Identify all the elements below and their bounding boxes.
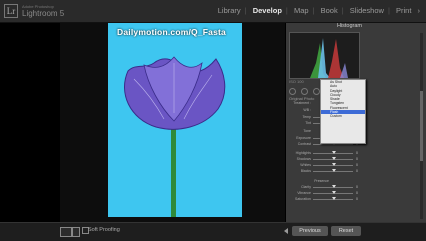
module-book[interactable]: Book xyxy=(321,6,338,15)
crop-tool-icon[interactable] xyxy=(289,87,296,95)
image-canvas[interactable]: Dailymotion.com/Q_Fasta xyxy=(60,23,285,222)
wb-option[interactable]: Custom xyxy=(321,114,365,118)
right-panel: Histogram ISO 100 -- f/-- Original Photo… xyxy=(286,23,426,232)
module-picker: Library | Develop | Map | Book | Slideshow | … xyxy=(217,6,420,15)
module-slideshow[interactable]: Slideshow xyxy=(350,6,384,15)
slider-vibrance[interactable]: Vibrance 0 xyxy=(289,191,369,196)
reset-button[interactable]: Reset xyxy=(331,226,361,236)
brand-title: Lightroom 5 xyxy=(22,9,65,18)
previous-button[interactable]: Previous xyxy=(292,226,328,236)
watermark-text: Dailymotion.com/Q_Fasta xyxy=(117,27,226,37)
presence-row: Presence xyxy=(314,179,329,183)
left-panel xyxy=(0,23,60,222)
lightroom-logo: Lr xyxy=(4,4,18,18)
tulip-stem xyxy=(171,121,176,217)
slider-blacks[interactable]: Blacks 0 xyxy=(289,169,369,174)
collapse-left-icon[interactable] xyxy=(284,228,288,234)
module-print[interactable]: Print xyxy=(396,6,411,15)
slider-saturation[interactable]: Saturation 0 xyxy=(289,197,369,202)
slider-highlights[interactable]: Highlights 0 xyxy=(289,151,369,156)
slider-shadows[interactable]: Shadows 0 xyxy=(289,157,369,162)
wb-dropdown-menu: As Shot Auto Daylight Cloudy Shade Tungs… xyxy=(320,79,366,144)
slider-whites[interactable]: Whites 0 xyxy=(289,163,369,168)
module-develop[interactable]: Develop xyxy=(253,6,282,15)
module-map[interactable]: Map xyxy=(294,6,309,15)
tulip-image xyxy=(124,56,226,217)
soft-proofing-label: Soft Proofing xyxy=(88,227,120,233)
spot-removal-icon[interactable] xyxy=(301,87,308,95)
compare-view-button[interactable] xyxy=(72,227,80,237)
right-panel-scrollbar[interactable] xyxy=(420,33,423,219)
scrollbar-thumb[interactable] xyxy=(420,91,423,161)
slider-clarity[interactable]: Clarity 0 xyxy=(289,185,369,190)
histogram xyxy=(289,32,360,79)
redeye-icon[interactable] xyxy=(313,87,320,95)
bottom-toolbar: Soft Proofing Previous Reset xyxy=(0,222,426,241)
module-library[interactable]: Library xyxy=(218,6,241,15)
top-bar: Lr Adobe Photoshop Lightroom 5 Library | … xyxy=(0,0,426,23)
loupe-view-button[interactable] xyxy=(60,227,72,237)
photo xyxy=(108,23,242,217)
histogram-title[interactable]: Histogram xyxy=(286,23,362,31)
